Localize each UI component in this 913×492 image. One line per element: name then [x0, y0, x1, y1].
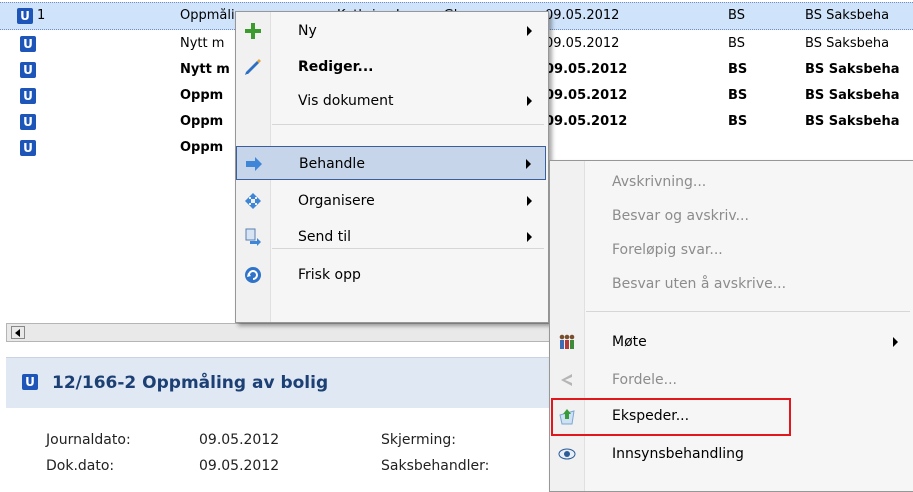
scroll-left-arrow-icon[interactable]	[11, 326, 25, 339]
submenu-item-ekspeder[interactable]: Ekspeder...	[550, 398, 912, 436]
menu-separator	[586, 311, 910, 312]
highlight-box	[551, 398, 791, 436]
detail-title: 12/166-2 Oppmåling av bolig	[52, 373, 329, 393]
menu-separator	[272, 248, 544, 249]
document-u-icon: U	[20, 36, 36, 52]
document-u-icon: U	[20, 62, 36, 78]
submenu-item-møte[interactable]: Møte	[550, 325, 912, 359]
menu-item-label: Behandle	[299, 156, 365, 172]
skjerming-label: Skjerming:	[381, 432, 457, 448]
cell-date: 09.05.2012	[545, 114, 628, 129]
submenu-item-label: Innsynsbehandling	[612, 446, 744, 462]
menu-item-label: Frisk opp	[298, 267, 361, 283]
submenu-arrow-icon	[526, 159, 531, 169]
cell-code: BS	[728, 88, 748, 103]
submenu-item-label: Avskrivning...	[612, 174, 707, 190]
submenu-arrow-icon	[527, 196, 532, 206]
menu-item-label: Organisere	[298, 193, 375, 209]
journaldato-label: Journaldato:	[46, 432, 131, 448]
submenu-arrow-icon	[527, 26, 532, 36]
cell-date: 09.05.2012	[545, 62, 628, 77]
submenu-item-label: Besvar og avskriv...	[612, 208, 749, 224]
saksbehandler-label: Saksbehandler:	[381, 458, 490, 474]
menu-item-label: Rediger...	[298, 59, 374, 75]
document-u-icon: U	[17, 8, 33, 24]
document-u-icon: U	[20, 88, 36, 104]
cell-date: 09.05.2012	[545, 88, 628, 103]
share-icon	[558, 371, 576, 389]
submenu-item-label: Besvar uten å avskrive...	[612, 276, 787, 292]
menu-item-label: Ny	[298, 23, 317, 39]
cell-code: BS	[728, 62, 748, 77]
people-icon	[558, 333, 576, 351]
cell-role: BS Saksbeha	[805, 8, 890, 23]
cell-role: BS Saksbeha	[805, 114, 900, 129]
pencil-icon	[244, 58, 262, 76]
document-u-icon: U	[20, 114, 36, 130]
arrow-right-icon	[245, 155, 263, 173]
cell-date: 09.05.2012	[545, 36, 620, 51]
submenu-item-label: Fordele...	[612, 372, 677, 388]
cell-code: BS	[728, 36, 745, 51]
cell-role: BS Saksbeha	[805, 88, 900, 103]
cell-num: 1	[37, 8, 46, 23]
submenu-item-besvar-uten-å-avskrive[interactable]: Besvar uten å avskrive...	[550, 267, 912, 301]
dokdato-value: 09.05.2012	[199, 458, 280, 474]
menu-item-ny[interactable]: Ny	[236, 14, 546, 48]
submenu-item-label: Møte	[612, 334, 647, 350]
menu-item-rediger[interactable]: Rediger...	[236, 50, 546, 84]
dokdato-label: Dok.dato:	[46, 458, 115, 474]
document-u-icon: U	[20, 140, 36, 156]
menu-item-behandle[interactable]: Behandle	[236, 146, 546, 180]
submenu-item-avskrivning[interactable]: Avskrivning...	[550, 165, 912, 199]
send-icon	[244, 228, 262, 246]
cell-code: BS	[728, 114, 748, 129]
menu-item-frisk-opp[interactable]: Frisk opp	[236, 258, 546, 292]
eye-icon	[558, 445, 576, 463]
submenu-item-besvar-og-avskriv[interactable]: Besvar og avskriv...	[550, 199, 912, 233]
menu-item-organisere[interactable]: Organisere	[236, 184, 546, 218]
cell-code: BS	[728, 8, 745, 23]
submenu-item-label: Foreløpig svar...	[612, 242, 723, 258]
refresh-icon	[244, 266, 262, 284]
cell-role: BS Saksbeha	[805, 36, 890, 51]
menu-separator	[272, 124, 544, 125]
behandle-submenu: Avskrivning... Besvar og avskriv... Forelø…	[549, 160, 913, 492]
document-type-icon: U	[22, 374, 38, 390]
plus-icon	[244, 22, 262, 40]
menu-item-vis-dokument[interactable]: Vis dokument	[236, 84, 546, 118]
submenu-arrow-icon	[527, 232, 532, 242]
cell-date: 09.05.2012	[545, 8, 620, 23]
journaldato-value: 09.05.2012	[199, 432, 280, 448]
menu-item-label: Send til	[298, 229, 351, 245]
menu-item-label: Vis dokument	[298, 93, 394, 109]
cell-role: BS Saksbeha	[805, 62, 900, 77]
move-icon	[244, 192, 262, 210]
context-menu: Ny Rediger... Vis dokument Behandle Organise…	[235, 11, 549, 323]
submenu-arrow-icon	[527, 96, 532, 106]
submenu-item-innsynsbehandling[interactable]: Innsynsbehandling	[550, 437, 912, 471]
submenu-item-fordele[interactable]: Fordele...	[550, 363, 912, 397]
submenu-arrow-icon	[893, 337, 898, 347]
submenu-item-foreløpig-svar[interactable]: Foreløpig svar...	[550, 233, 912, 267]
